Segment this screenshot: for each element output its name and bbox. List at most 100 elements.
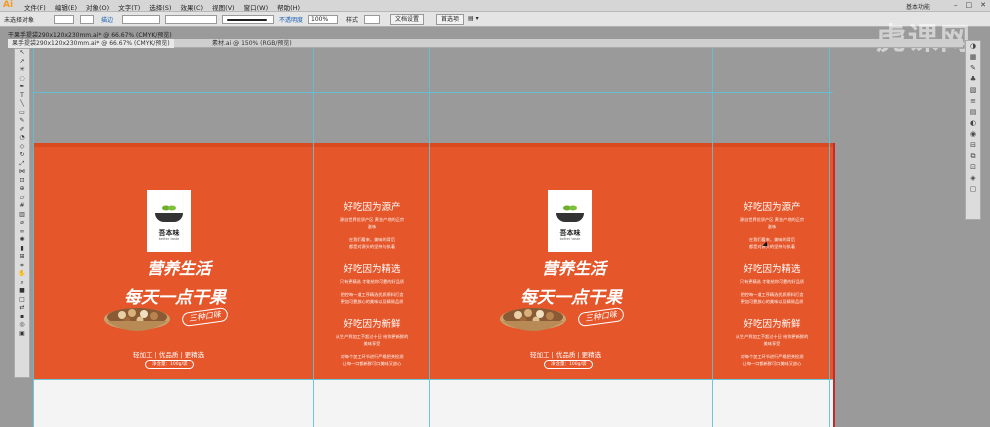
menu-object[interactable]: 对象(O) (86, 2, 109, 12)
artboard-tool-icon[interactable]: ⊞ (15, 253, 29, 262)
brushes-panel-icon[interactable]: ✎ (966, 63, 980, 74)
leaf-icon (162, 205, 176, 211)
brand-subtitle: better taste (158, 237, 180, 241)
transparency-panel-icon[interactable]: ◐ (966, 118, 980, 129)
side-block: 好吃因为新鲜 从生产到加工不超过十日 给你更新鲜的 美味享受 对每个加工环节进行… (318, 316, 426, 367)
workspace-switcher[interactable]: 基本功能 (906, 2, 930, 11)
tools-panel: ↖ ↗ ✳ ◌ ✒ T ╲ ▭ ✎ ✐ ◔ ◇ ↻ ⤢ ⋈ ⊡ ⊕ ▱ # ▥ … (14, 48, 30, 378)
side-heading: 好吃因为新鲜 (743, 319, 801, 330)
brush-select[interactable] (222, 15, 274, 24)
stroke-label[interactable]: 描边 (101, 15, 113, 24)
pathfinder-panel-icon[interactable]: ⧉ (966, 151, 980, 162)
menu-window[interactable]: 窗口(W) (244, 2, 269, 12)
document-tab[interactable]: 干果手提袋290x120x230mm.ai* @ 66.67% (CMYK/预览… (8, 32, 172, 39)
menu-type[interactable]: 文字(T) (118, 2, 140, 12)
side-body: 源自世界优质产区 黄金产地的正宗 滋味 (739, 217, 805, 229)
transform-panel-icon[interactable]: ⊡ (966, 162, 980, 173)
hand-tool-icon[interactable]: ✋ (15, 270, 29, 279)
lasso-tool-icon[interactable]: ◌ (15, 75, 29, 84)
style-select[interactable] (364, 15, 380, 24)
blend-tool-icon[interactable]: ∞ (15, 228, 29, 237)
style-label: 样式 (346, 17, 359, 24)
free-transform-tool-icon[interactable]: ⊡ (15, 177, 29, 186)
graphic-styles-panel-icon[interactable]: ▧ (966, 85, 980, 96)
menu-file[interactable]: 文件(F) (24, 2, 46, 12)
paintbrush-tool-icon[interactable]: ✎ (15, 117, 29, 126)
appearance-panel-icon[interactable]: ◉ (966, 129, 980, 140)
menu-select[interactable]: 选择(S) (149, 2, 171, 12)
symbols-panel-icon[interactable]: ♣ (966, 74, 980, 85)
symbol-sprayer-tool-icon[interactable]: ✺ (15, 236, 29, 245)
eyedropper-tool-icon[interactable]: ⌀ (15, 219, 29, 228)
guide-horizontal[interactable] (33, 92, 833, 93)
rotate-tool-icon[interactable]: ↻ (15, 151, 29, 160)
eraser-tool-icon[interactable]: ◇ (15, 143, 29, 152)
draw-mode-icon[interactable]: ◎ (15, 321, 29, 330)
zoom-tool-icon[interactable]: ⌕ (15, 279, 29, 288)
screen-mode-icon[interactable]: ▣ (15, 330, 29, 339)
maximize-button[interactable]: □ (966, 1, 973, 9)
tagline: 轻加工 | 优品质 | 更精选 (133, 351, 205, 359)
slogan-line1: 营养生活 (542, 259, 607, 278)
direct-selection-tool-icon[interactable]: ↗ (15, 58, 29, 67)
graph-tool-icon[interactable]: ▮ (15, 245, 29, 254)
selection-status: 未选择对象 (4, 17, 35, 24)
menu-view[interactable]: 视图(V) (212, 2, 235, 12)
panels-dock: ◑ ▦ ✎ ♣ ▧ ≡ ▤ ◐ ◉ ⊟ ⧉ ⊡ ◈ ▢ (965, 40, 981, 220)
arrange-icon[interactable]: ▤ ▾ (468, 15, 479, 22)
minimize-button[interactable]: – (954, 1, 958, 9)
gradient-tool-icon[interactable]: ▥ (15, 211, 29, 220)
slice-tool-icon[interactable]: ⌗ (15, 262, 29, 271)
swatches-panel-icon[interactable]: ▦ (966, 52, 980, 63)
document-tab-active[interactable]: 果手提袋290x120x230mm.ai* @ 66.67% (CMYK/预览) (8, 39, 174, 48)
guide-vertical[interactable] (429, 48, 430, 427)
align-panel-icon[interactable]: ⊟ (966, 140, 980, 151)
guide-vertical[interactable] (33, 48, 34, 427)
guide-vertical[interactable] (313, 48, 314, 427)
side-body: 在我们看来，美味的背后 都是对源头的坚持与执着 (748, 237, 796, 249)
mesh-tool-icon[interactable]: # (15, 202, 29, 211)
pencil-tool-icon[interactable]: ✐ (15, 126, 29, 135)
blob-brush-tool-icon[interactable]: ◔ (15, 134, 29, 143)
preferences-button[interactable]: 首选项 (436, 14, 465, 25)
perspective-grid-tool-icon[interactable]: ▱ (15, 194, 29, 203)
swap-colors-icon[interactable]: ⇄ (15, 304, 29, 313)
opacity-field[interactable]: 100% (308, 15, 338, 24)
width-tool-icon[interactable]: ⋈ (15, 168, 29, 177)
stroke-panel-icon[interactable]: ≡ (966, 96, 980, 107)
stroke-swatch[interactable] (80, 15, 94, 24)
stroke-color-icon[interactable]: □ (15, 296, 29, 305)
side-block: 好吃因为源产 源自世界优质产区 黄金产地的正宗 滋味 在我们看来，美味的背后 都… (718, 199, 826, 250)
guide-vertical[interactable] (829, 48, 830, 427)
close-button[interactable]: ✕ (980, 1, 986, 9)
fill-color-icon[interactable]: ■ (15, 287, 29, 296)
pen-tool-icon[interactable]: ✒ (15, 83, 29, 92)
layers-panel-icon[interactable]: ◈ (966, 173, 980, 184)
artboards-panel-icon[interactable]: ▢ (966, 184, 980, 195)
window-controls: – □ ✕ (954, 1, 986, 9)
nut-bowl-image (500, 308, 566, 331)
selection-tool-icon[interactable]: ↖ (15, 49, 29, 58)
menu-help[interactable]: 帮助(H) (277, 2, 300, 12)
menu-edit[interactable]: 编辑(E) (55, 2, 77, 12)
opacity-label[interactable]: 不透明度 (279, 15, 303, 24)
rectangle-tool-icon[interactable]: ▭ (15, 109, 29, 118)
menu-bar: Ai 文件(F) 编辑(E) 对象(O) 文字(T) 选择(S) 效果(C) 视… (0, 0, 990, 12)
type-tool-icon[interactable]: T (15, 92, 29, 101)
scale-tool-icon[interactable]: ⤢ (15, 160, 29, 169)
gradient-panel-icon[interactable]: ▤ (966, 107, 980, 118)
document-tab-source[interactable]: 素材.ai @ 150% (RGB/预览) (208, 39, 296, 48)
variable-width-select[interactable] (165, 15, 217, 24)
stroke-weight-field[interactable] (122, 15, 160, 24)
fill-swatch[interactable] (54, 15, 74, 24)
magic-wand-tool-icon[interactable]: ✳ (15, 66, 29, 75)
net-weight-badge: 净含量：100g/袋 (544, 360, 594, 369)
guide-horizontal[interactable] (33, 379, 833, 380)
shape-builder-tool-icon[interactable]: ⊕ (15, 185, 29, 194)
document-setup-button[interactable]: 文档设置 (390, 14, 425, 25)
guide-vertical[interactable] (712, 48, 713, 427)
color-panel-icon[interactable]: ◑ (966, 41, 980, 52)
menu-effect[interactable]: 效果(C) (180, 2, 203, 12)
color-mode-icon[interactable]: ▪ (15, 313, 29, 322)
line-tool-icon[interactable]: ╲ (15, 100, 29, 109)
